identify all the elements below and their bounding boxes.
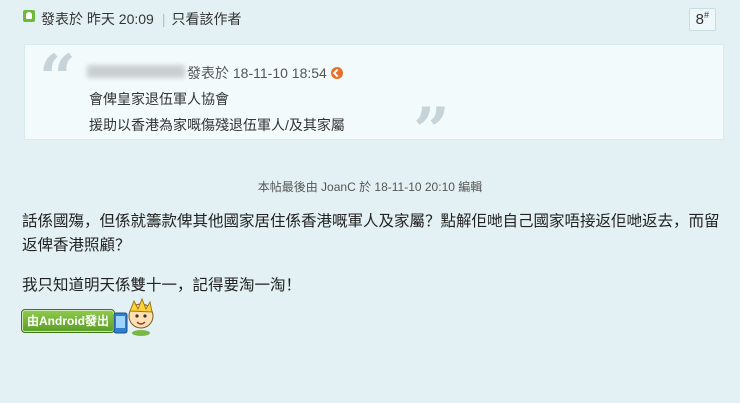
floor-number-value: 8	[695, 11, 704, 28]
goto-post-icon[interactable]	[330, 67, 343, 79]
quoted-username-blurred	[87, 65, 185, 78]
edit-note: 本帖最後由 JoanC 於 18-11-10 20:10 編輯	[257, 180, 483, 194]
quote-line: 援助以香港為家嘅傷殘退伍軍人/及其家屬	[89, 117, 345, 133]
posted-time: 昨天 20:09	[86, 11, 154, 27]
floor-suffix: #	[703, 10, 709, 20]
online-status-icon	[23, 10, 35, 22]
separator: |	[161, 11, 166, 27]
post-header: 發表於 昨天 20:09 | 只看該作者 8#	[0, 0, 740, 34]
close-quote-icon: ”	[413, 94, 450, 169]
android-badge[interactable]: 由Android發出	[21, 309, 115, 333]
post-body-paragraph: 話係國殤，但係就籌款俾其他國家居住係香港嘅軍人及家屬？點解佢哋自己國家唔接返佢哋…	[22, 213, 720, 254]
open-quote-icon: “	[39, 41, 76, 116]
quote-posted-label: 發表於	[187, 65, 229, 81]
posted-label: 發表於	[41, 11, 83, 27]
quote-line: 會俾皇家退伍軍人協會	[89, 91, 229, 107]
post-body-paragraph: 我只知道明天係雙十一，記得要淘一淘！	[22, 277, 302, 294]
quote-block: “ 發表於 18-11-10 18:54 會俾皇家退伍軍人協會 援助以香港為家嘅…	[24, 41, 724, 164]
only-author-link[interactable]: 只看該作者	[171, 11, 241, 27]
mascot-icon	[113, 297, 154, 336]
quote-meta: 發表於 18-11-10 18:54	[187, 63, 343, 83]
floor-number[interactable]: 8#	[688, 8, 716, 31]
post-meta: 發表於 昨天 20:09 | 只看該作者	[41, 9, 241, 29]
quote-posted-time: 18-11-10 18:54	[232, 65, 327, 81]
